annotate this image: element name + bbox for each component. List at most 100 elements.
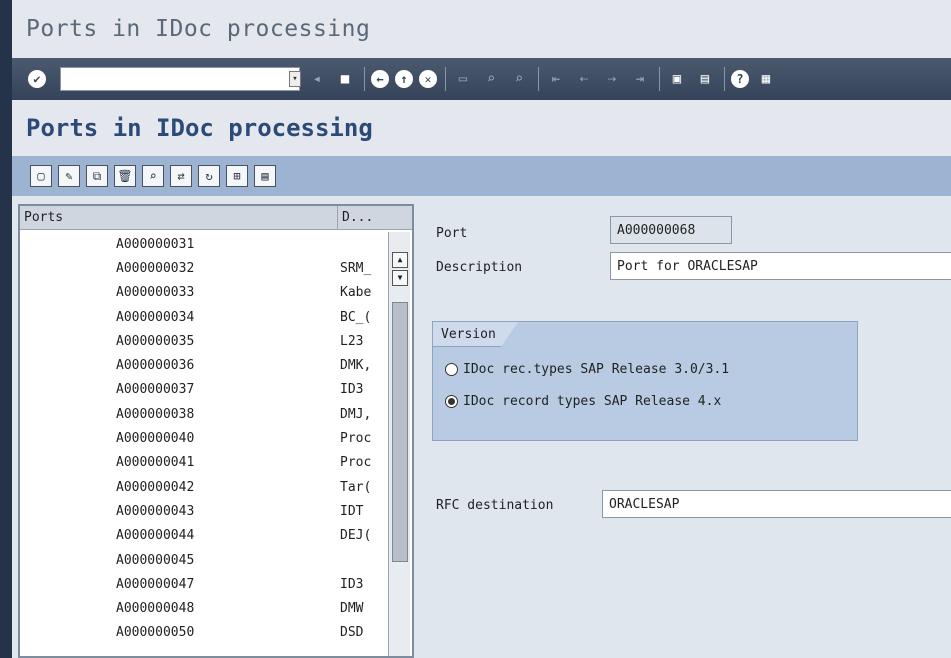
main-content: Ports D... A000000031 A000000032 SRM_ A0000…	[0, 196, 951, 658]
cancel-icon[interactable]: ✕	[419, 70, 437, 88]
toolbar-separator	[364, 67, 365, 91]
radio-release-4-label: IDoc record types SAP Release 4.x	[463, 394, 722, 409]
column-header-ports[interactable]: Ports	[20, 206, 338, 229]
list-item[interactable]: A000000050 DSD	[20, 621, 382, 645]
list-item[interactable]: A000000034 BC_(	[20, 305, 382, 329]
list-item[interactable]: A000000032 SRM_	[20, 256, 382, 280]
list-item[interactable]: A000000038 DMJ,	[20, 402, 382, 426]
arrow-left-small-icon[interactable]: ◂	[306, 68, 328, 90]
description-field[interactable]: Port for ORACLESAP	[610, 252, 951, 280]
first-page-icon[interactable]: ⇤	[545, 68, 567, 90]
rfc-destination-label: RFC destination	[436, 498, 554, 513]
copy-icon[interactable]: ⧉	[86, 165, 108, 187]
list-item[interactable]: A000000042 Tar(	[20, 475, 382, 499]
version-group: Version IDoc rec.types SAP Release 3.0/3…	[432, 321, 858, 441]
list-item[interactable]: A000000035 L23	[20, 329, 382, 353]
shortcut-icon[interactable]: ▤	[694, 68, 716, 90]
port-cell: A000000031	[116, 236, 195, 252]
port-label: Port	[436, 226, 468, 241]
toolbar-separator	[445, 67, 446, 91]
scrollbar-thumb[interactable]	[392, 302, 408, 562]
toolbar-separator	[724, 67, 725, 91]
list-item[interactable]: A000000041 Proc	[20, 451, 382, 475]
list-item[interactable]: A000000037 ID3	[20, 378, 382, 402]
delete-icon[interactable]: 🗑	[114, 165, 136, 187]
port-cell: A000000034	[116, 309, 195, 325]
radio-off-icon[interactable]	[445, 363, 458, 376]
port-cell: A000000035	[116, 333, 195, 349]
help-icon[interactable]: ?	[731, 70, 749, 88]
toolbar-separator	[659, 67, 660, 91]
details-icon[interactable]: ▤	[254, 165, 276, 187]
port-cell: A000000032	[116, 260, 195, 276]
port-cell: A000000045	[116, 552, 195, 568]
port-cell: A000000036	[116, 358, 195, 374]
port-cell: A000000047	[116, 576, 195, 592]
back-icon[interactable]: ←	[371, 70, 389, 88]
list-item[interactable]: A000000044 DEJ(	[20, 524, 382, 548]
description-cell: DSD	[340, 625, 364, 641]
radio-release-3[interactable]: IDoc rec.types SAP Release 3.0/3.1	[445, 362, 729, 377]
find-icon[interactable]: ⌕	[480, 68, 502, 90]
last-page-icon[interactable]: ⇥	[629, 68, 651, 90]
page-title: Ports in IDoc processing	[26, 114, 373, 142]
ports-list: Ports D... A000000031 A000000032 SRM_ A0000…	[18, 204, 414, 658]
scroll-down-icon[interactable]: ▼	[392, 270, 408, 286]
list-item[interactable]: A000000045	[20, 548, 382, 572]
description-cell: ID3	[340, 576, 364, 592]
layout-menu-icon[interactable]: ▦	[755, 68, 777, 90]
application-toolbar: ▢ ✎ ⧉ 🗑 ⌕ ⇄ ↻ ⊞ ▤	[0, 156, 951, 196]
enter-check-icon[interactable]: ✔	[28, 70, 46, 88]
find-next-icon[interactable]: ⌕	[508, 68, 530, 90]
port-cell: A000000037	[116, 382, 195, 398]
window-title: Ports in IDoc processing	[26, 16, 371, 42]
transfer-icon[interactable]: ⇄	[170, 165, 192, 187]
description-cell: DMK,	[340, 358, 372, 374]
rfc-destination-field[interactable]: ORACLESAP	[602, 490, 951, 518]
radio-release-4[interactable]: IDoc record types SAP Release 4.x	[445, 394, 721, 409]
description-cell: Tar(	[340, 479, 372, 495]
save-icon[interactable]: ■	[334, 68, 356, 90]
change-icon[interactable]: ✎	[58, 165, 80, 187]
port-cell: A000000048	[116, 601, 195, 617]
port-cell: A000000042	[116, 479, 195, 495]
ports-list-rows: A000000031 A000000032 SRM_ A000000033 Kabe A0…	[20, 232, 382, 645]
system-toolbar: ✔ ▾ ◂ ■ ← ↑ ✕ ▭ ⌕ ⌕ ⇤ ⇠ ⇢ ⇥ ▣ ▤ ? ▦	[0, 58, 951, 100]
description-cell: ID3	[340, 382, 364, 398]
list-item[interactable]: A000000033 Kabe	[20, 281, 382, 305]
vertical-scrollbar[interactable]: ▲ ▼	[388, 232, 410, 656]
list-item[interactable]: A000000043 IDT	[20, 499, 382, 523]
description-cell: DMW	[340, 601, 364, 617]
list-item[interactable]: A000000040 Proc	[20, 426, 382, 450]
window-titlebar: Ports in IDoc processing	[0, 0, 951, 58]
column-header-description[interactable]: D...	[338, 206, 382, 229]
refresh-icon[interactable]: ↻	[198, 165, 220, 187]
find-icon[interactable]: ⌕	[142, 165, 164, 187]
toolbar-separator	[538, 67, 539, 91]
description-cell: Proc	[340, 431, 372, 447]
scroll-up-icon[interactable]: ▲	[392, 252, 408, 268]
port-cell: A000000040	[116, 431, 195, 447]
command-history-icon[interactable]: ▾	[289, 71, 301, 87]
radio-on-icon[interactable]	[445, 395, 458, 408]
list-item[interactable]: A000000031	[20, 232, 382, 256]
new-session-icon[interactable]: ▣	[666, 68, 688, 90]
create-icon[interactable]: ▢	[30, 165, 52, 187]
application-header: Ports in IDoc processing	[0, 100, 951, 156]
previous-page-icon[interactable]: ⇠	[573, 68, 595, 90]
port-cell: A000000033	[116, 285, 195, 301]
port-cell: A000000050	[116, 625, 195, 641]
list-item[interactable]: A000000036 DMK,	[20, 353, 382, 377]
description-cell: SRM_	[340, 260, 372, 276]
port-field[interactable]: A000000068	[610, 216, 732, 244]
list-item[interactable]: A000000047 ID3	[20, 572, 382, 596]
next-page-icon[interactable]: ⇢	[601, 68, 623, 90]
exit-icon[interactable]: ↑	[395, 70, 413, 88]
insert-icon[interactable]: ⊞	[226, 165, 248, 187]
description-cell: Proc	[340, 455, 372, 471]
list-item[interactable]: A000000048 DMW	[20, 596, 382, 620]
command-field[interactable]: ▾	[60, 67, 301, 91]
print-icon[interactable]: ▭	[452, 68, 474, 90]
port-cell: A000000038	[116, 406, 195, 422]
description-cell: L23	[340, 333, 364, 349]
